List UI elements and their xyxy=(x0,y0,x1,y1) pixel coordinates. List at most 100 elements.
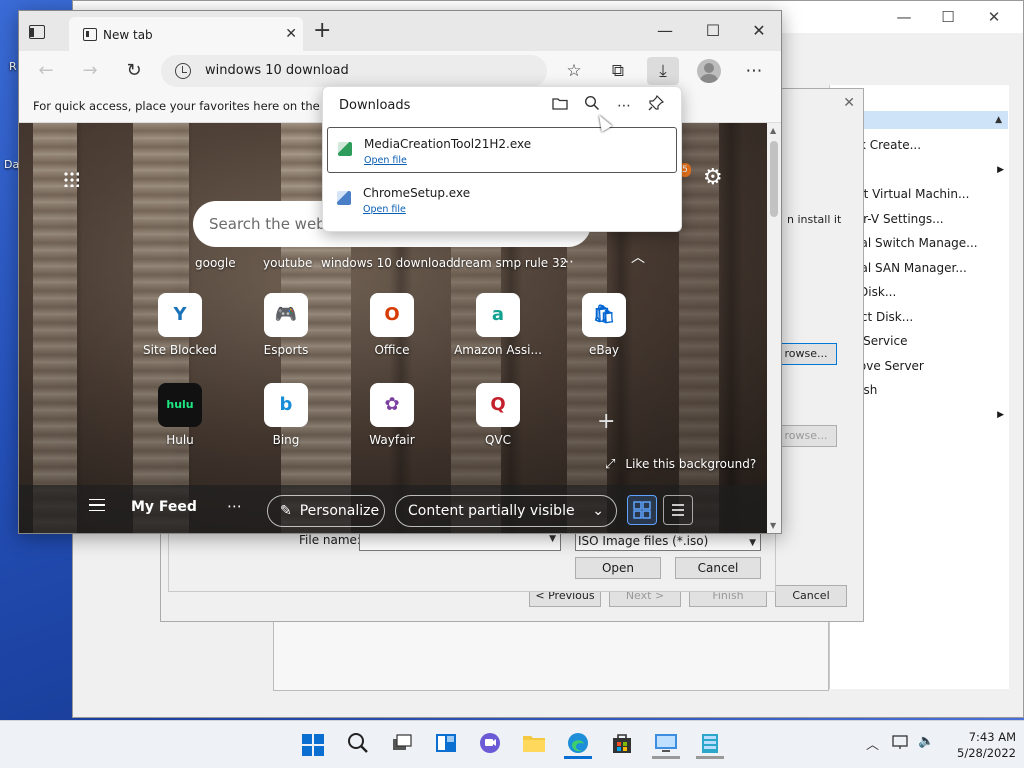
collapse-icon[interactable]: ▲ xyxy=(995,115,1002,125)
add-site-icon[interactable]: + xyxy=(597,409,615,434)
search-placeholder: Search the web xyxy=(209,215,326,233)
top-site-tile[interactable]: ✿ Wayfair xyxy=(337,383,447,463)
task-view-icon[interactable] xyxy=(388,731,416,759)
open-file-link[interactable]: Open file xyxy=(364,155,407,166)
chevron-down-icon: ⌄ xyxy=(592,503,604,519)
pin-icon[interactable] xyxy=(645,94,667,117)
minimize-icon[interactable]: — xyxy=(881,5,927,29)
close-icon[interactable]: ✕ xyxy=(843,95,855,111)
search-icon[interactable] xyxy=(344,731,372,759)
new-tab-icon[interactable]: + xyxy=(313,20,331,42)
site-logo-icon: ✿ xyxy=(370,383,414,427)
browse-button-disabled[interactable]: rowse... xyxy=(775,425,837,447)
scroll-up-icon[interactable]: ▲ xyxy=(770,126,776,135)
favorites-icon[interactable]: ☆ xyxy=(561,59,587,83)
clock-date: 5/28/2022 xyxy=(957,746,1016,760)
store-icon[interactable] xyxy=(608,731,636,759)
maximize-icon[interactable]: ☐ xyxy=(925,5,971,29)
download-item[interactable]: MediaCreationTool21H2.exe Open file xyxy=(327,127,677,173)
top-site-tile[interactable]: b Bing xyxy=(231,383,341,463)
address-bar[interactable]: windows 10 download xyxy=(161,55,547,87)
cancel-button[interactable]: Cancel xyxy=(775,585,847,607)
personalize-button[interactable]: ✎ Personalize xyxy=(267,495,385,527)
file-type-select[interactable]: ISO Image files (*.iso) ▼ xyxy=(575,531,761,551)
hamburger-menu-icon[interactable] xyxy=(89,499,105,511)
file-type-value: ISO Image files (*.iso) xyxy=(578,534,709,548)
taskbar: ︿ 🔈 7:43 AM 5/28/2022 xyxy=(0,720,1024,768)
chat-icon[interactable] xyxy=(476,731,504,759)
scroll-thumb[interactable] xyxy=(770,141,778,217)
top-site-tile[interactable]: a Amazon Assi... xyxy=(443,293,553,373)
like-background-link[interactable]: ⤢ Like this background? xyxy=(605,457,756,472)
back-icon[interactable]: ← xyxy=(33,59,59,83)
more-options-icon[interactable]: ⋯ xyxy=(741,59,767,83)
more-options-icon[interactable]: ⋯ xyxy=(227,497,242,515)
file-explorer-icon[interactable] xyxy=(520,731,548,759)
new-tab-page-icon xyxy=(83,28,97,41)
file-name-input[interactable]: ▼ xyxy=(359,531,561,551)
close-icon[interactable]: ✕ xyxy=(743,21,775,41)
favorites-hint: For quick access, place your favorites h… xyxy=(33,99,323,113)
browse-button[interactable]: rowse... xyxy=(775,343,837,365)
minimize-icon[interactable]: — xyxy=(649,21,681,41)
top-site-tile[interactable]: hulu Hulu xyxy=(125,383,235,463)
top-site-tile[interactable]: O Office xyxy=(337,293,447,373)
quick-link[interactable]: windows 10 download xyxy=(321,256,454,270)
windows-start-icon[interactable] xyxy=(302,734,324,756)
quick-link[interactable]: youtube xyxy=(263,256,312,270)
close-icon[interactable]: ✕ xyxy=(285,26,297,42)
chevron-down-icon[interactable]: ▼ xyxy=(549,534,556,544)
top-site-tile[interactable]: Y Site Blocked xyxy=(125,293,235,373)
collections-icon[interactable]: ⧉ xyxy=(605,59,631,83)
network-icon[interactable] xyxy=(892,734,910,754)
widgets-icon[interactable] xyxy=(432,731,460,759)
system-clock[interactable]: 7:43 AM 5/28/2022 xyxy=(938,729,1016,761)
file-name-label: File name: xyxy=(299,533,361,547)
details-pane xyxy=(273,621,829,691)
personalize-label: Personalize xyxy=(299,503,380,519)
content-visibility-dropdown[interactable]: Content partially visible ⌄ xyxy=(395,495,617,527)
close-icon[interactable]: ✕ xyxy=(971,5,1017,29)
remote-desktop-icon[interactable] xyxy=(652,731,680,759)
top-site-tile[interactable]: 🛍 eBay xyxy=(549,293,659,373)
maximize-icon[interactable]: ☐ xyxy=(697,21,729,41)
folder-icon[interactable] xyxy=(549,95,571,117)
app-launcher-icon[interactable] xyxy=(63,171,79,187)
more-links-icon[interactable]: ⋯ xyxy=(560,255,574,269)
chevron-up-icon[interactable]: ︿ xyxy=(866,734,879,753)
chevron-down-icon[interactable]: ▼ xyxy=(749,534,756,552)
tile-label: Wayfair xyxy=(369,433,415,447)
tile-label: eBay xyxy=(588,343,620,357)
hyperv-manager-icon[interactable] xyxy=(696,731,724,759)
open-file-link[interactable]: Open file xyxy=(363,204,406,215)
tab-actions-icon[interactable] xyxy=(29,25,45,39)
cancel-button[interactable]: Cancel xyxy=(675,557,761,579)
volume-icon[interactable]: 🔈 xyxy=(918,734,934,749)
more-options-icon[interactable]: ⋯ xyxy=(613,95,635,117)
clock-time: 7:43 AM xyxy=(968,730,1016,744)
quick-link[interactable]: google xyxy=(195,256,236,270)
tile-label: QVC xyxy=(484,433,512,447)
top-site-tile[interactable]: Q QVC xyxy=(443,383,553,463)
grid-view-button[interactable] xyxy=(627,495,657,525)
profile-avatar[interactable] xyxy=(697,59,721,83)
download-item[interactable]: ChromeSetup.exe Open file xyxy=(327,177,677,223)
top-site-tile[interactable]: 🎮 Esports xyxy=(231,293,341,373)
site-logo-icon: a xyxy=(476,293,520,337)
refresh-icon[interactable]: ↻ xyxy=(121,59,147,83)
downloads-icon[interactable]: ⤓ xyxy=(647,57,679,85)
open-button[interactable]: Open xyxy=(575,557,661,579)
quick-link[interactable]: dream smp rule 32 xyxy=(453,256,567,270)
browser-toolbar: ← → ↻ windows 10 download ☆ ⧉ ⤓ ⋯ xyxy=(19,51,781,91)
page-scrollbar[interactable]: ▲ ▼ xyxy=(767,123,781,533)
gear-icon[interactable]: ⚙ xyxy=(703,165,723,190)
chevron-up-icon[interactable]: ︿ xyxy=(631,247,645,267)
scroll-down-icon[interactable]: ▼ xyxy=(770,521,776,530)
exe-file-icon xyxy=(338,142,352,156)
feed-title[interactable]: My Feed xyxy=(131,499,197,515)
list-view-button[interactable] xyxy=(663,495,693,525)
tab-new-tab[interactable]: New tab ✕ xyxy=(69,17,303,51)
forward-icon[interactable]: → xyxy=(77,59,103,83)
site-logo-icon: Q xyxy=(476,383,520,427)
edge-icon[interactable] xyxy=(564,731,592,759)
